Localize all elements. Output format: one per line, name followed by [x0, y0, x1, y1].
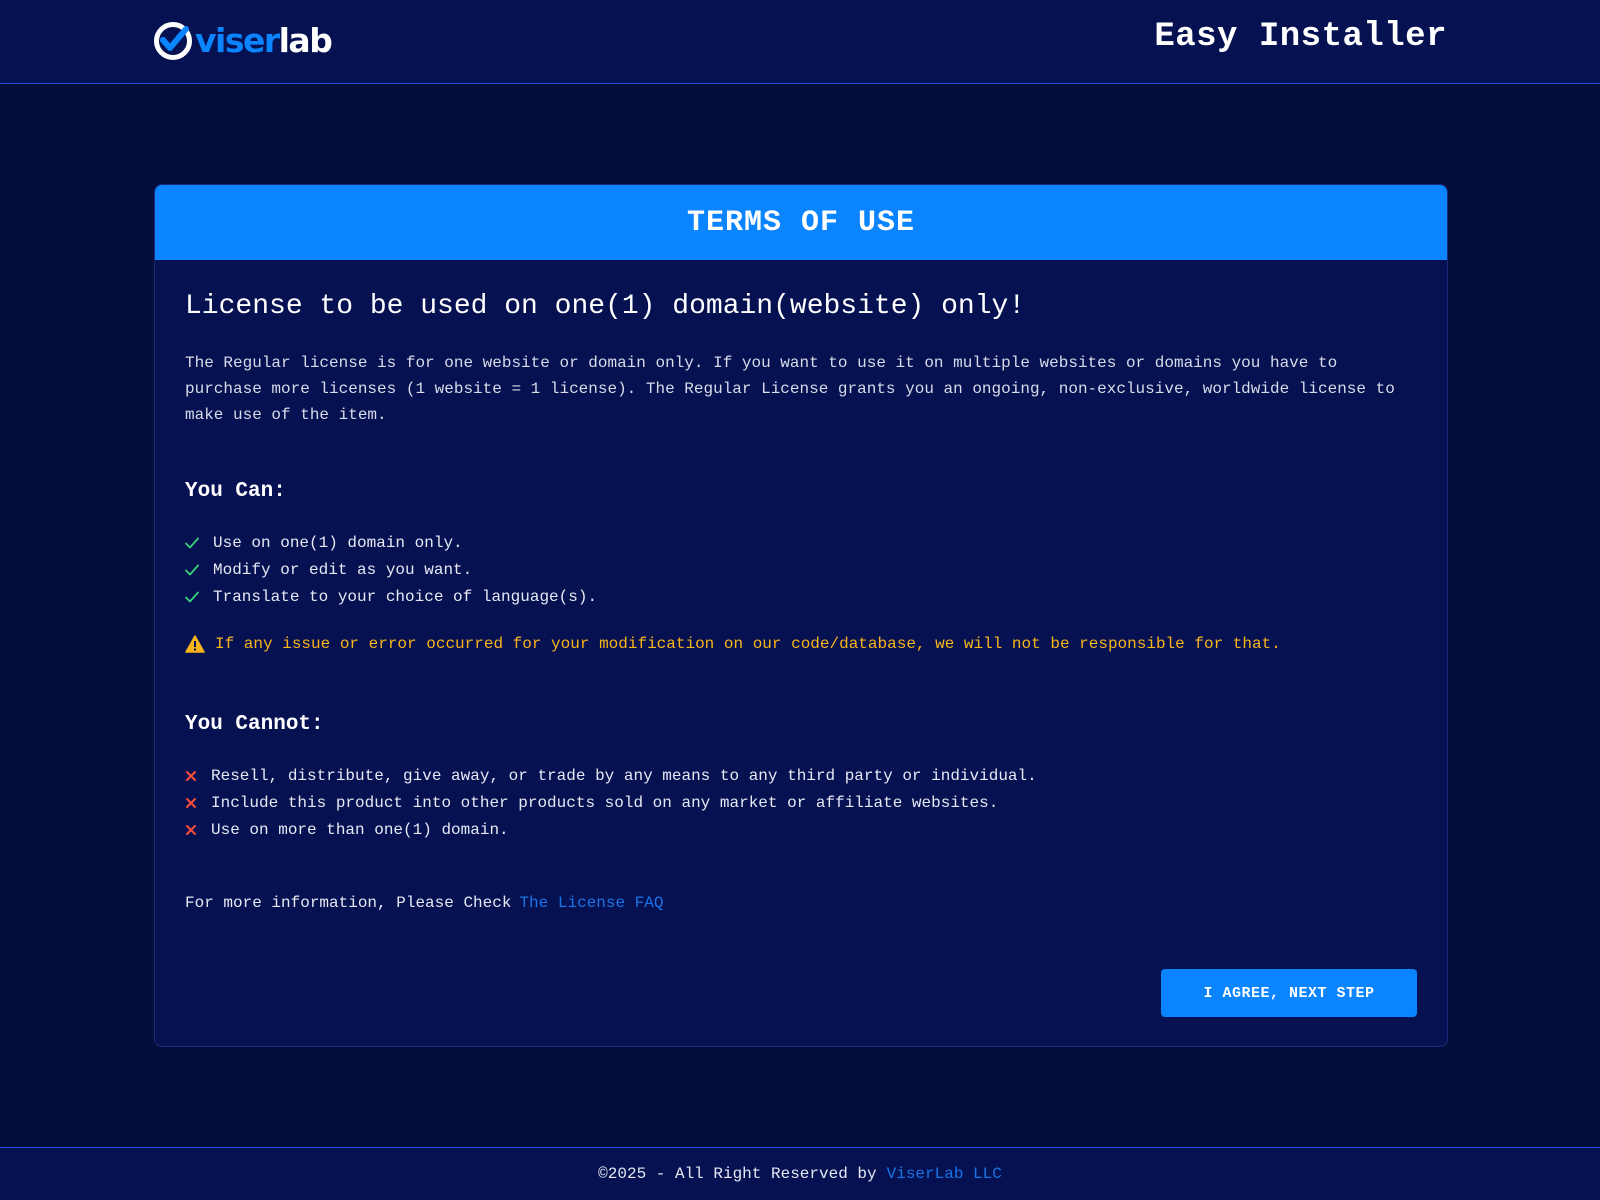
list-item: Use on one(1) domain only. — [185, 529, 597, 556]
more-info: For more information, Please Check The Li… — [185, 894, 663, 912]
top-bar: viserlab Easy Installer — [0, 0, 1600, 84]
more-info-text: For more information, Please Check — [185, 894, 512, 912]
viserlab-logo[interactable]: viserlab — [153, 20, 333, 62]
footer: ©2025 - All Right Reserved by ViserLab LL… — [0, 1147, 1600, 1200]
warning-icon — [185, 635, 205, 653]
modification-warning: If any issue or error occurred for your … — [185, 635, 1281, 653]
copyright-text: ©2025 - All Right Reserved by — [598, 1165, 877, 1183]
list-item: Translate to your choice of language(s). — [185, 583, 597, 610]
check-icon — [185, 591, 199, 602]
list-item-text: Use on one(1) domain only. — [213, 533, 463, 552]
list-item: Include this product into other products… — [185, 789, 1037, 816]
license-title: License to be used on one(1) domain(webs… — [185, 291, 1026, 322]
check-icon — [185, 564, 199, 575]
viserlab-logo-icon — [154, 22, 192, 60]
list-item: Resell, distribute, give away, or trade … — [185, 762, 1037, 789]
check-icon — [185, 537, 199, 548]
you-can-title: You Can: — [185, 480, 286, 503]
card-header: TERMS OF USE — [155, 185, 1447, 260]
card-title: TERMS OF USE — [686, 205, 916, 240]
list-item: Modify or edit as you want. — [185, 556, 597, 583]
list-item-text: Translate to your choice of language(s). — [213, 587, 598, 606]
close-icon — [186, 770, 196, 781]
list-item-text: Modify or edit as you want. — [213, 560, 473, 579]
close-icon — [186, 797, 196, 808]
you-cannot-list: Resell, distribute, give away, or trade … — [185, 762, 1037, 843]
page-title: Easy Installer — [1154, 18, 1447, 56]
close-icon — [186, 824, 196, 835]
terms-card: TERMS OF USE License to be used on one(1… — [154, 184, 1448, 1047]
you-can-list: Use on one(1) domain only. Modify or edi… — [185, 529, 597, 610]
list-item-text: Include this product into other products… — [211, 793, 999, 812]
viserlab-link[interactable]: ViserLab LLC — [887, 1165, 1002, 1183]
license-intro: The Regular license is for one website o… — [185, 354, 1395, 424]
license-faq-link[interactable]: The License FAQ — [519, 894, 663, 912]
warning-text: If any issue or error occurred for your … — [215, 635, 1281, 653]
list-item-text: Resell, distribute, give away, or trade … — [211, 766, 1037, 785]
logo-text: viserlab — [195, 21, 333, 60]
list-item: Use on more than one(1) domain. — [185, 816, 1037, 843]
you-cannot-title: You Cannot: — [185, 713, 324, 736]
agree-next-step-button[interactable]: I AGREE, NEXT STEP — [1161, 969, 1417, 1017]
list-item-text: Use on more than one(1) domain. — [211, 820, 509, 839]
